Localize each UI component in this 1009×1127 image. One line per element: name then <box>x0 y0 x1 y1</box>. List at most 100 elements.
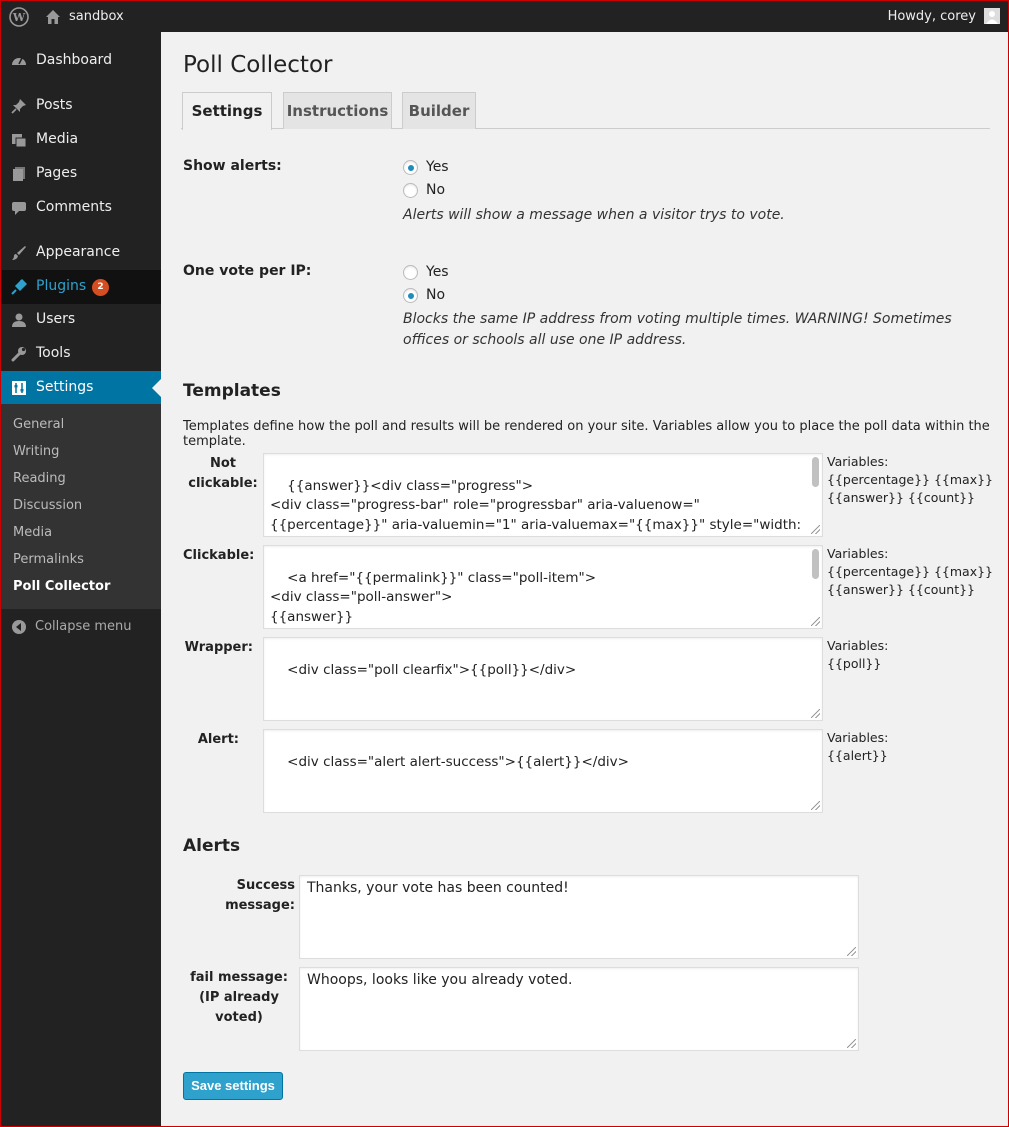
wordpress-logo-icon[interactable]: W <box>9 7 29 27</box>
sidebar-item-label: Appearance <box>36 244 121 260</box>
main-content: Poll Collector Settings Instructions Bui… <box>161 32 1008 1126</box>
label-line: Success message: <box>225 878 295 913</box>
sidebar-item-tools[interactable]: Tools <box>1 337 161 371</box>
sidebar-item-settings[interactable]: Settings <box>1 371 161 405</box>
sidebar-item-users[interactable]: Users <box>1 303 161 337</box>
sidebar-item-label: Tools <box>36 345 71 361</box>
sidebar-item-posts[interactable]: Posts <box>1 89 161 123</box>
variables-list: {{percentage}} {{max}} {{answer}} {{coun… <box>827 564 993 597</box>
textarea-content: {{answer}}<div class="progress"> <div cl… <box>270 477 802 533</box>
show-alerts-no-radio[interactable] <box>403 183 418 198</box>
alert-label: Alert: <box>183 730 263 750</box>
submenu-item-permalinks[interactable]: Permalinks <box>13 552 84 567</box>
label-line: Wrapper: <box>184 640 253 655</box>
fail-message-textarea[interactable]: Whoops, looks like you already voted. <box>299 967 859 1051</box>
submenu-item-media[interactable]: Media <box>13 525 52 540</box>
wrapper-template-textarea[interactable]: <div class="poll clearfix">{{poll}}</div… <box>263 637 823 721</box>
templates-intro: Templates define how the poll and result… <box>183 419 990 449</box>
one-vote-description: Blocks the same IP address from voting m… <box>403 311 952 348</box>
clickable-template-textarea[interactable]: <a href="{{permalink}}" class="poll-item… <box>263 545 823 629</box>
sidebar-item-plugins[interactable]: Plugins 2 <box>1 270 161 304</box>
resize-grip-icon[interactable] <box>811 617 820 626</box>
plug-icon <box>11 279 27 295</box>
home-icon[interactable] <box>45 9 61 25</box>
sidebar-item-dashboard[interactable]: Dashboard <box>1 44 161 78</box>
site-name-link[interactable]: sandbox <box>69 9 124 24</box>
show-alerts-yes-radio[interactable] <box>403 160 418 175</box>
variables-title: Variables: <box>827 454 889 469</box>
alerts-heading: Alerts <box>183 836 241 856</box>
alert-template-textarea[interactable]: <div class="alert alert-success">{{alert… <box>263 729 823 813</box>
success-message-textarea[interactable]: Thanks, your vote has been counted! <box>299 875 859 959</box>
sidebar-item-comments[interactable]: Comments <box>1 191 161 225</box>
collapse-menu-label: Collapse menu <box>35 619 132 634</box>
sidebar-item-appearance[interactable]: Appearance <box>1 236 161 270</box>
not-clickable-label: Not clickable: <box>183 454 263 494</box>
one-vote-no-radio[interactable] <box>403 288 418 303</box>
success-message-label: Success message: <box>183 876 295 916</box>
resize-grip-icon[interactable] <box>847 947 856 956</box>
submenu-item-poll-collector[interactable]: Poll Collector <box>13 579 110 594</box>
sidebar-item-label: Dashboard <box>36 52 112 68</box>
not-clickable-template-textarea[interactable]: {{answer}}<div class="progress"> <div cl… <box>263 453 823 537</box>
update-count-badge: 2 <box>92 279 109 296</box>
sidebar-item-pages[interactable]: Pages <box>1 157 161 191</box>
sidebar-item-label: Comments <box>36 199 112 215</box>
howdy-user-link[interactable]: Howdy, corey <box>888 9 976 24</box>
submenu-item-discussion[interactable]: Discussion <box>13 498 82 513</box>
radio-label: Yes <box>426 264 449 280</box>
label-line: Clickable: <box>183 548 255 563</box>
radio-label: No <box>426 287 446 303</box>
label-line: clickable: <box>188 476 258 491</box>
wrench-icon <box>11 347 26 362</box>
variables-title: Variables: <box>827 546 889 561</box>
variables-list: {{alert}} <box>827 748 888 763</box>
resize-grip-icon[interactable] <box>811 525 820 534</box>
tab-settings[interactable]: Settings <box>182 92 272 130</box>
textarea-scrollbar[interactable] <box>812 549 819 579</box>
admin-sidebar: Dashboard Posts Media Pages Comments App… <box>1 32 161 1126</box>
radio-label: No <box>426 182 446 198</box>
one-vote-yes-radio[interactable] <box>403 265 418 280</box>
textarea-scrollbar[interactable] <box>812 457 819 487</box>
not-clickable-variables: Variables: {{percentage}} {{max}} {{answ… <box>827 453 997 507</box>
sidebar-item-label: Users <box>36 311 76 327</box>
resize-grip-icon[interactable] <box>811 801 820 810</box>
label-line: (IP already voted) <box>199 990 279 1025</box>
textarea-content: <a href="{{permalink}}" class="poll-item… <box>270 569 597 625</box>
submenu-item-writing[interactable]: Writing <box>13 444 59 459</box>
user-icon <box>12 313 26 327</box>
pages-icon <box>13 167 25 181</box>
variables-list: {{poll}} <box>827 656 882 671</box>
collapse-menu-button[interactable]: Collapse menu <box>1 616 161 640</box>
resize-grip-icon[interactable] <box>847 1039 856 1048</box>
one-vote-label: One vote per IP: <box>183 263 312 279</box>
label-line: fail message: <box>190 970 288 985</box>
sidebar-item-label: Posts <box>36 97 73 113</box>
save-settings-button[interactable]: Save settings <box>183 1072 283 1100</box>
resize-grip-icon[interactable] <box>811 709 820 718</box>
clickable-label: Clickable: <box>183 546 263 566</box>
radio-label: Yes <box>426 159 449 175</box>
textarea-content: <div class="poll clearfix">{{poll}}</div… <box>287 661 577 678</box>
show-alerts-description: Alerts will show a message when a visito… <box>403 207 785 223</box>
avatar[interactable] <box>984 8 1000 24</box>
tab-builder[interactable]: Builder <box>402 92 476 129</box>
sidebar-item-media[interactable]: Media <box>1 123 161 157</box>
pin-icon <box>11 99 26 114</box>
alert-variables: Variables: {{alert}} <box>827 729 997 765</box>
settings-submenu: General Writing Reading Discussion Media… <box>1 404 161 609</box>
show-alerts-label: Show alerts: <box>183 158 282 174</box>
sidebar-item-label: Plugins <box>36 278 87 294</box>
textarea-content: <div class="alert alert-success">{{alert… <box>287 753 629 770</box>
submenu-item-reading[interactable]: Reading <box>13 471 66 486</box>
submenu-item-general[interactable]: General <box>13 417 64 432</box>
sidebar-item-label: Settings <box>36 379 94 395</box>
svg-text:W: W <box>12 11 26 24</box>
collapse-arrow-icon <box>12 620 26 634</box>
tab-instructions[interactable]: Instructions <box>283 92 392 129</box>
wrapper-variables: Variables: {{poll}} <box>827 637 997 673</box>
admin-bar: W sandbox Howdy, corey <box>1 0 1008 32</box>
media-icon <box>12 134 27 148</box>
page-title: Poll Collector <box>183 52 333 78</box>
